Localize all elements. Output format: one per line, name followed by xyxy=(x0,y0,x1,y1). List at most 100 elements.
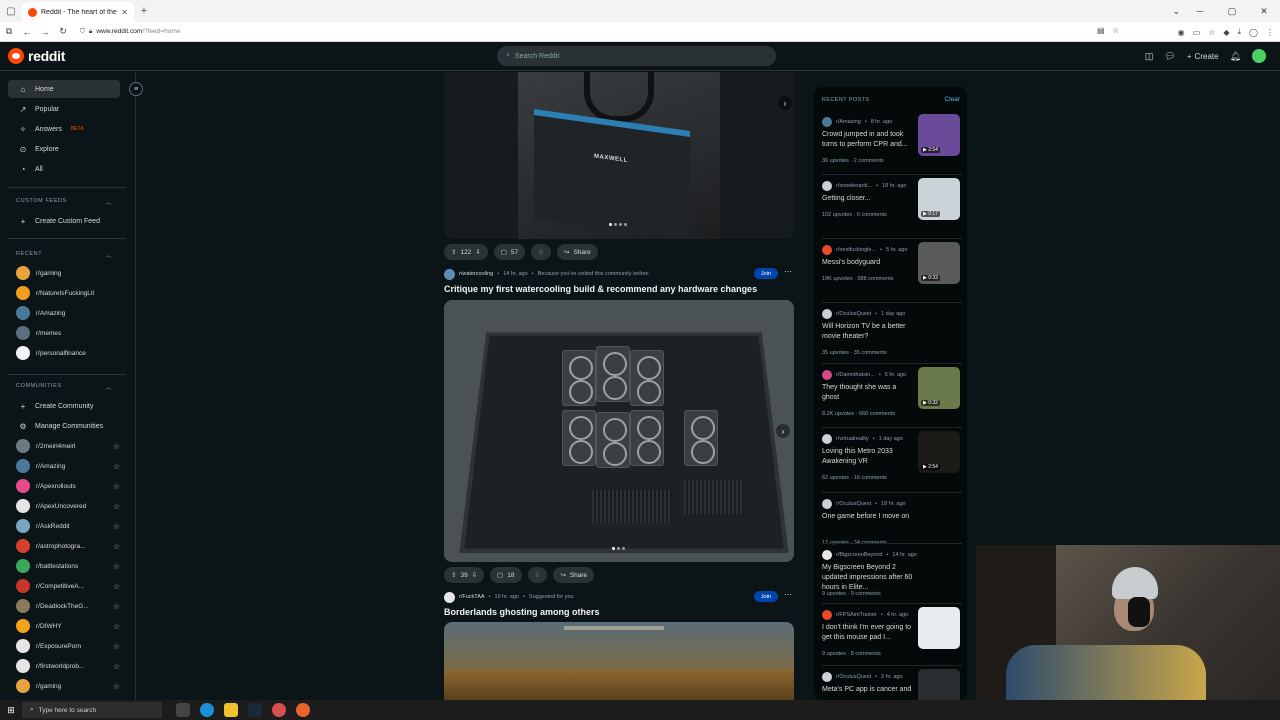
sidebar-community[interactable]: r/DIWHY ☆ xyxy=(16,617,120,635)
subreddit-name[interactable]: r/Amazing xyxy=(836,119,861,125)
recent-post-title[interactable]: One game before I move on xyxy=(822,512,914,522)
recent-post-title[interactable]: I don't think I'm ever going to get this… xyxy=(822,623,914,643)
recent-post-title[interactable]: Will Horizon TV be a better movie theate… xyxy=(822,322,914,342)
url-field[interactable]: ⛉ 🔒︎ www.reddit.com/?feed=home xyxy=(80,28,180,36)
favorite-star-icon[interactable]: ☆ xyxy=(113,642,120,651)
post-title[interactable]: Critique my first watercooling build & r… xyxy=(444,284,757,294)
profile-icon[interactable]: ◯ xyxy=(1249,28,1258,37)
recent-post-thumbnail[interactable]: ▶ 2:54 xyxy=(918,114,960,156)
wallet-icon[interactable]: ◆ xyxy=(1223,28,1229,37)
downloads-icon[interactable]: ⤓ xyxy=(1238,27,1242,37)
recent-post-item[interactable]: r/Amazing • 8 hr. ago Crowd jumped in and t… xyxy=(822,114,962,177)
custom-feeds-heading[interactable]: CUSTOM FEEDS ︿ xyxy=(16,198,112,206)
chat-icon[interactable]: 💬︎ xyxy=(1164,51,1175,62)
browser-tab[interactable]: Reddit - The heart of the intern ✕ xyxy=(22,2,134,22)
extension-icon[interactable]: ◉ xyxy=(1178,28,1185,37)
vote-control[interactable]: ⇧ 39 ⇩ xyxy=(444,567,485,583)
communities-heading[interactable]: COMMUNITIES ︿ xyxy=(16,383,112,391)
subreddit-name[interactable]: r/OculusQuest xyxy=(836,501,871,507)
sidebar-community[interactable]: r/DeadlockTheG... ☆ xyxy=(16,597,120,615)
subreddit-avatar[interactable] xyxy=(444,591,455,603)
downvote-icon[interactable]: ⇩ xyxy=(472,571,477,579)
sidebar-community[interactable]: r/2meirl4meirl ☆ xyxy=(16,437,120,455)
create-button[interactable]: + Create xyxy=(1187,52,1219,61)
close-tab-icon[interactable]: ✕ xyxy=(121,8,128,17)
sidebar-item-home[interactable]: ⌂ Home xyxy=(8,80,120,98)
subreddit-name[interactable]: r/virtualreality xyxy=(836,436,869,442)
carousel-next-button[interactable]: › xyxy=(776,424,790,438)
maximize-button[interactable]: ▢ xyxy=(1216,0,1248,22)
search-input[interactable]: ⌕ Search Reddit xyxy=(497,46,776,66)
collections-icon[interactable]: ▭ xyxy=(1193,28,1201,37)
edge-icon[interactable] xyxy=(200,703,214,717)
sidebar-community[interactable]: r/astrophotogra... ☆ xyxy=(16,537,120,555)
more-options-icon[interactable]: ⋯ xyxy=(784,267,792,276)
advertise-icon[interactable]: ◫ xyxy=(1145,51,1154,62)
task-view-icon[interactable] xyxy=(176,703,190,717)
tab-list-chevron-icon[interactable]: ⌄ xyxy=(1172,0,1180,22)
favorite-star-icon[interactable]: ☆ xyxy=(113,582,120,591)
sidebar-community[interactable]: r/ExposurePorn ☆ xyxy=(16,637,120,655)
sidebar-recent-community[interactable]: r/Amazing xyxy=(16,304,118,322)
recent-post-title[interactable]: They thought she was a ghost xyxy=(822,383,914,403)
carousel-next-button[interactable]: › xyxy=(778,96,792,110)
favorite-star-icon[interactable]: ☆ xyxy=(113,462,120,471)
sidebar-item-explore[interactable]: ⊙ Explore xyxy=(8,140,120,158)
sidebar-item-popular[interactable]: ↗ Popular xyxy=(8,100,120,118)
sidebar-community[interactable]: r/CompetitiveA... ☆ xyxy=(16,577,120,595)
recent-post-thumbnail[interactable]: ▶ 0:17 xyxy=(918,178,960,220)
sidebar-community[interactable]: r/battlestations ☆ xyxy=(16,557,120,575)
award-button[interactable]: ♢ xyxy=(531,244,551,260)
firefox-icon[interactable] xyxy=(296,703,310,717)
upvote-icon[interactable]: ⇧ xyxy=(451,571,456,579)
recent-post-thumbnail[interactable]: ▶ 2:54 xyxy=(918,431,960,473)
collapse-sidebar-button[interactable]: ≡ xyxy=(129,82,143,96)
sidebar-community[interactable]: r/AskReddit ☆ xyxy=(16,517,120,535)
more-options-icon[interactable]: ⋯ xyxy=(784,590,792,599)
recent-post-thumbnail[interactable] xyxy=(918,669,960,700)
subreddit-link[interactable]: r/watercooling xyxy=(459,271,493,277)
reload-button[interactable]: ↻ xyxy=(54,26,72,37)
subreddit-name[interactable]: r/FPSAimTrainer xyxy=(836,612,877,618)
comments-button[interactable]: ▢ 57 xyxy=(493,244,526,260)
recent-heading[interactable]: RECENT ︿ xyxy=(16,251,112,259)
new-tab-button[interactable]: + xyxy=(134,5,154,17)
sidebar-recent-community[interactable]: r/personalfinance xyxy=(16,344,118,362)
taskbar-search-input[interactable]: ⌕ Type here to search xyxy=(22,702,162,718)
comments-button[interactable]: ▢ 18 xyxy=(490,567,522,583)
minimize-button[interactable]: ─ xyxy=(1184,0,1216,22)
recent-post-title[interactable]: My Bigscreen Beyond 2 updated impression… xyxy=(822,563,914,593)
recent-post-title[interactable]: Crowd jumped in and took turns to perfor… xyxy=(822,130,914,150)
favorite-star-icon[interactable]: ☆ xyxy=(113,562,120,571)
favorite-star-icon[interactable]: ☆ xyxy=(113,542,120,551)
post-image[interactable] xyxy=(444,622,794,700)
user-avatar[interactable] xyxy=(1252,49,1266,63)
favorite-star-icon[interactable]: ☆ xyxy=(113,682,120,691)
favorite-star-icon[interactable]: ☆ xyxy=(113,502,120,511)
create-community-button[interactable]: + Create Community xyxy=(8,397,120,415)
file-explorer-icon[interactable] xyxy=(224,703,238,717)
join-button[interactable]: Join xyxy=(753,268,778,279)
vote-control[interactable]: ⇧ 122 ⇩ xyxy=(444,244,488,260)
recent-post-item[interactable]: r/nextfuckingle... • 5 hr. ago Messi's body… xyxy=(822,242,962,305)
subreddit-name[interactable]: r/OculusQuest xyxy=(836,311,871,317)
recent-post-item[interactable]: r/BigscreenBeyond • 14 hr. ago My Bigscreen… xyxy=(822,550,962,610)
recent-post-item[interactable]: r/FPSAimTrainer • 4 hr. ago I don't think I… xyxy=(822,607,962,670)
subreddit-name[interactable]: r/nextfuckingle... xyxy=(836,247,876,253)
favorite-star-icon[interactable]: ☆ xyxy=(113,602,120,611)
award-button[interactable]: ♢ xyxy=(527,567,548,583)
subreddit-link[interactable]: r/FuckTAA xyxy=(459,594,485,600)
recent-post-item[interactable]: r/Damnthatsin... • 5 hr. ago They thought s… xyxy=(822,367,962,430)
bookmark-star-icon[interactable]: ☆ xyxy=(1112,26,1119,35)
recent-post-item[interactable]: r/virtualreality • 1 day ago Loving this Me… xyxy=(822,431,962,494)
sidebar-recent-community[interactable]: r/memes xyxy=(16,324,118,342)
sidebar-toggle-icon[interactable]: ▢ xyxy=(0,0,22,22)
notifications-bell-icon[interactable]: 🔔︎ xyxy=(1230,51,1241,62)
tabs-icon[interactable]: ⧉ xyxy=(0,26,18,37)
site-info-icon[interactable]: ⛉ xyxy=(80,28,85,36)
steam-icon[interactable] xyxy=(248,703,262,717)
subreddit-name[interactable]: r/BigscreenBeyond xyxy=(836,552,882,558)
favorites-icon[interactable]: ☆ xyxy=(1208,28,1215,37)
favorite-star-icon[interactable]: ☆ xyxy=(113,442,120,451)
post-image[interactable]: MAXWELL › xyxy=(444,72,794,239)
